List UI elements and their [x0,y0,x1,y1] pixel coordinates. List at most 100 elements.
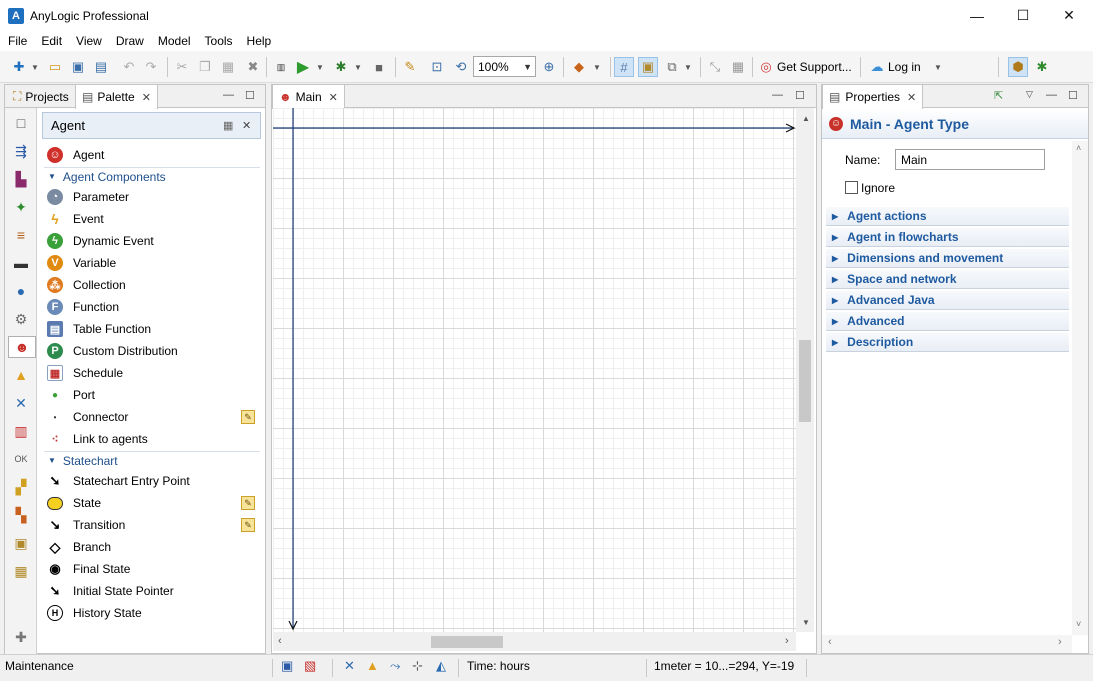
paste-icon[interactable]: ▦ [218,57,238,77]
zoom-reset-icon[interactable]: ⟲ [451,57,471,77]
palette-item-function[interactable]: F Function [47,297,119,317]
palette-section-statechart[interactable]: ▼ Statechart [44,451,260,469]
delete-icon[interactable]: ✖ [243,57,263,77]
palette-item-event[interactable]: ϟ Event [47,209,103,229]
palette-item-parameter[interactable]: ◔ Parameter [47,187,129,207]
palette-item-agent[interactable]: ☺ Agent [47,145,104,165]
pictures-icon[interactable]: ▚ [10,504,32,526]
palette-item-connector[interactable]: ⸱ Connector [47,407,128,427]
properties-horizontal-scrollbar[interactable]: ‹ › [822,635,1072,653]
snap-to-grid-icon[interactable]: ▣ [638,57,658,77]
close-button[interactable]: ✕ [1046,0,1092,31]
process-library-icon[interactable]: ⇶ [10,140,32,162]
palette-item-statechart-entry-point[interactable]: ➘ Statechart Entry Point [47,471,190,491]
system-dynamics-icon[interactable]: ⚙ [10,308,32,330]
palette-item-history-state[interactable]: H History State [47,603,142,623]
section-agent-actions[interactable]: ▶ Agent actions [826,207,1069,226]
presentation-icon[interactable]: ▲ [10,364,32,386]
palette-item-table-function[interactable]: ▤ Table Function [47,319,151,339]
palette-item-port[interactable]: ● Port [47,385,95,405]
horizontal-scroll-thumb[interactable] [431,636,503,648]
maximize-properties-icon[interactable]: ☐ [1068,89,1078,102]
agent-palette-icon[interactable]: ☻ [8,336,36,358]
path-icon[interactable]: ⤳ [390,658,400,674]
debug-dropdown-icon[interactable]: ▼ [354,57,362,77]
controls-icon[interactable]: OK [10,448,32,470]
get-support-button[interactable]: Get Support... [777,57,852,77]
fluid-drop-icon[interactable]: ● [10,280,32,302]
tab-palette[interactable]: ▤ Palette ✕ [75,85,158,109]
menu-help[interactable]: Help [239,34,278,48]
shape-color-icon[interactable]: ◆ [569,57,589,77]
arrange-icon[interactable]: ⧉ [662,57,682,77]
section-description[interactable]: ▶ Description [826,333,1069,352]
tab-projects[interactable]: ⛶ Projects [7,85,75,108]
export-properties-icon[interactable]: ⇱ [994,89,1003,102]
3d-icon[interactable]: ◭ [436,658,446,674]
palette-item-link-to-agents[interactable]: ⁖ Link to agents [47,429,147,449]
analysis-icon[interactable]: ▥ [10,420,32,442]
palette-item-custom-distribution[interactable]: P Custom Distribution [47,341,178,361]
ignore-checkbox[interactable] [845,181,858,194]
section-agent-in-flowcharts[interactable]: ▶ Agent in flowcharts [826,228,1069,247]
edit-pencil-icon[interactable]: ✎ [241,518,255,532]
minimize-editor-icon[interactable]: — [772,89,783,101]
shape-dropdown-icon[interactable]: ▼ [593,57,601,77]
close-tab-icon[interactable]: ✕ [142,91,151,104]
zoom-select[interactable]: 100% ▼ [473,56,536,77]
debug-icon[interactable]: ✱ [331,57,351,77]
car-icon[interactable]: ▬ [10,252,32,274]
tab-main[interactable]: ☻ Main ✕ [272,85,345,109]
login-dropdown-icon[interactable]: ▼ [934,57,942,77]
maximize-editor-icon[interactable]: ☐ [795,89,805,102]
connector-tool-icon[interactable]: ⤡ [705,57,725,77]
palette-blank-icon[interactable]: □ [10,112,32,134]
menu-tools[interactable]: Tools [197,34,239,48]
problems-icon[interactable]: ▧ [304,658,316,674]
zoom-fit-icon[interactable]: ⊡ [427,57,447,77]
grid-toggle-icon[interactable]: # [614,57,634,77]
palette-item-initial-state-pointer[interactable]: ➘ Initial State Pointer [47,581,174,601]
new-dropdown-icon[interactable]: ▼ [31,57,39,77]
console-icon[interactable]: ▣ [281,658,293,674]
undo-icon[interactable]: ↶ [119,57,139,77]
rail-icon[interactable]: ≡ [10,224,32,246]
menu-view[interactable]: View [68,34,108,48]
palette-item-variable[interactable]: V Variable [47,253,116,273]
vertical-scroll-thumb[interactable] [799,340,811,422]
login-button[interactable]: Log in [888,57,921,77]
name-field[interactable] [895,149,1045,170]
section-space-and-network[interactable]: ▶ Space and network [826,270,1069,289]
palette-item-final-state[interactable]: ◉ Final State [47,559,130,579]
cut-icon[interactable]: ✂ [172,57,192,77]
view-mode-icon[interactable]: ▦ [223,119,233,132]
minimize-panel-icon[interactable]: — [223,89,234,101]
close-tab-icon[interactable]: ✕ [329,91,338,104]
section-advanced[interactable]: ▶ Advanced [826,312,1069,331]
open-folder-icon[interactable]: ▭ [45,57,65,77]
connectivity-icon[interactable]: ▞ [10,476,32,498]
palette-item-branch[interactable]: ◇ Branch [47,537,111,557]
space-markup-icon[interactable]: ✕ [10,392,32,414]
palette-item-schedule[interactable]: ▦ Schedule [47,363,123,383]
minimize-properties-icon[interactable]: — [1046,89,1057,101]
tab-properties[interactable]: ▤ Properties ✕ [822,85,924,109]
view-menu-icon[interactable]: ▽ [1026,89,1033,100]
editor-horizontal-scrollbar[interactable]: ‹ › [273,632,796,651]
menu-edit[interactable]: Edit [33,34,68,48]
run-dropdown-icon[interactable]: ▼ [316,57,324,77]
section-advanced-java[interactable]: ▶ Advanced Java [826,291,1069,310]
editor-vertical-scrollbar[interactable]: ▲ ▼ [796,108,814,632]
agent-perspective-icon[interactable]: ⬢ [1008,57,1028,77]
arrange-dropdown-icon[interactable]: ▼ [684,57,692,77]
axis-icon[interactable]: ⊹ [412,658,423,674]
edit-pencil-icon[interactable]: ✎ [241,410,255,424]
graphical-editor-canvas[interactable] [273,108,796,632]
close-tab-icon[interactable]: ✕ [907,91,916,104]
menu-draw[interactable]: Draw [108,34,150,48]
run-icon[interactable]: ▶ [293,57,313,77]
properties-vertical-scrollbar[interactable]: ˄ ˅ [1072,141,1088,635]
palette-item-collection[interactable]: ⁂ Collection [47,275,126,295]
maximize-panel-icon[interactable]: ☐ [245,89,255,102]
menu-file[interactable]: File [0,34,33,48]
